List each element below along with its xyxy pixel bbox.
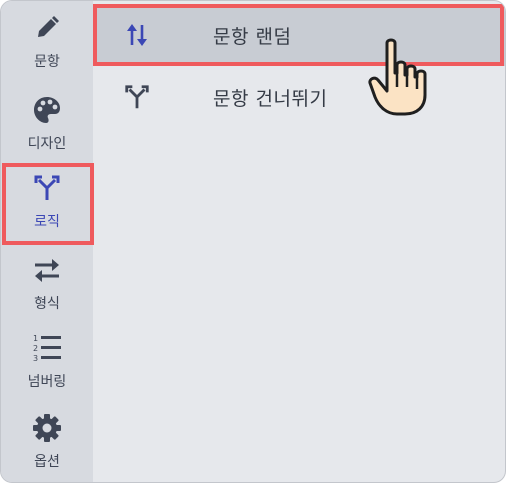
svg-text:1: 1 — [33, 334, 38, 343]
sidebar-item-design[interactable]: 디자인 — [1, 93, 93, 153]
branch-icon — [30, 171, 64, 205]
sidebar-item-numbering[interactable]: 1 2 3 넘버링 — [1, 331, 93, 391]
pointing-hand-cursor-icon — [367, 37, 429, 117]
pencil-icon — [30, 11, 64, 45]
sidebar-item-question[interactable]: 문항 — [1, 11, 93, 71]
sidebar-item-logic[interactable]: 로직 — [1, 171, 93, 231]
sidebar-item-format[interactable]: 형식 — [1, 253, 93, 313]
sidebar-item-options[interactable]: 옵션 — [1, 411, 93, 471]
menu-item-skip-question[interactable]: 문항 건너뛰기 — [93, 66, 505, 128]
sidebar-item-label: 문항 — [34, 54, 60, 70]
menu-item-random-question[interactable]: 문항 랜덤 — [93, 4, 505, 66]
sidebar-item-label: 디자인 — [27, 136, 67, 152]
svg-text:2: 2 — [33, 344, 38, 353]
logic-panel: 문항 디자인 로직 형식 1 2 3 넘버링 옵션 문항 랜덤 문항 건너뛰기 — [0, 0, 506, 483]
palette-icon — [30, 93, 64, 127]
menu-item-label: 문항 랜덤 — [213, 25, 292, 48]
sidebar: 문항 디자인 로직 형식 1 2 3 넘버링 옵션 — [1, 1, 93, 482]
shuffle-arrows-icon — [121, 19, 153, 51]
swap-arrows-icon — [30, 253, 64, 287]
svg-text:3: 3 — [33, 354, 38, 363]
sidebar-item-label: 형식 — [34, 296, 60, 312]
sidebar-item-label: 넘버링 — [27, 374, 67, 390]
gear-icon — [30, 411, 64, 445]
screenshot-frame: 문항 디자인 로직 형식 1 2 3 넘버링 옵션 문항 랜덤 문항 건너뛰기 — [0, 0, 506, 483]
sidebar-item-label: 로직 — [34, 214, 60, 230]
numbered-list-icon: 1 2 3 — [30, 331, 64, 365]
logic-menu: 문항 랜덤 문항 건너뛰기 — [93, 1, 505, 482]
menu-item-label: 문항 건너뛰기 — [213, 87, 328, 110]
sidebar-item-label: 옵션 — [34, 454, 60, 470]
branch-icon — [121, 81, 153, 113]
